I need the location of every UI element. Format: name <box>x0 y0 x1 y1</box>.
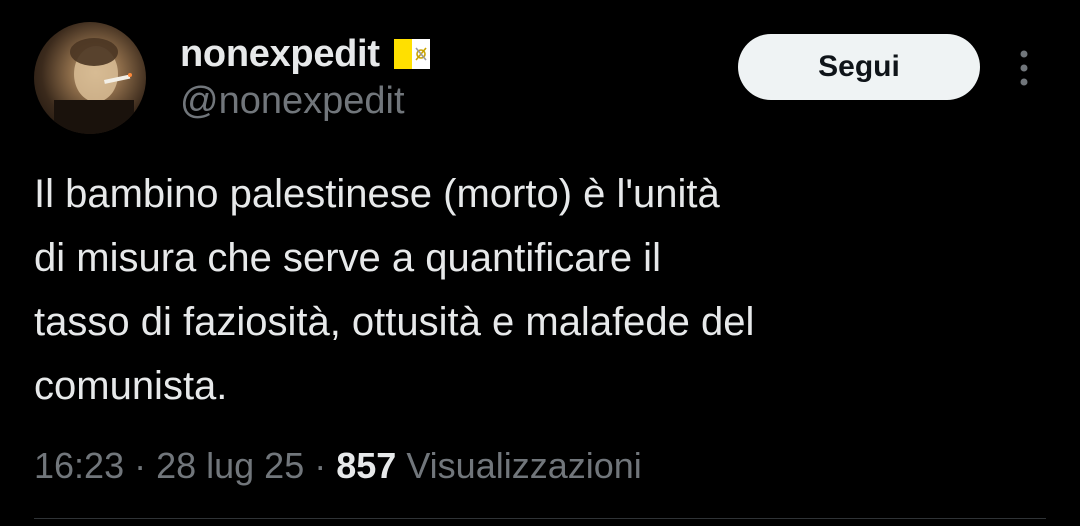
divider <box>34 518 1046 519</box>
tweet-text-line: comunista. <box>34 364 228 408</box>
author-name-row: nonexpedit <box>180 30 432 78</box>
more-vertical-icon[interactable] <box>1012 48 1036 88</box>
avatar-portrait <box>54 38 134 134</box>
tweet-text-line: tasso di faziosità, ottusità e malafede … <box>34 300 755 344</box>
meta-separator: · <box>314 445 327 486</box>
views-count: 857 <box>336 445 397 486</box>
tweet-text-line: di misura che serve a quantificare il <box>34 236 661 280</box>
tweet-text-line: Il bambino palestinese (morto) è l'unità <box>34 172 720 216</box>
avatar[interactable] <box>34 22 146 134</box>
vatican-flag-icon <box>392 35 432 73</box>
follow-button[interactable]: Segui <box>738 34 980 100</box>
tweet-meta: 16:23 · 28 lug 25 · 857 Visualizzazioni <box>34 440 642 492</box>
tweet-text: Il bambino palestinese (morto) è l'unità… <box>34 162 1034 418</box>
user-handle[interactable]: @nonexpedit <box>180 80 405 123</box>
tweet-card: nonexpedit @nonexpedit Segui Il bambino … <box>0 0 1080 526</box>
views-label: Visualizzazioni <box>406 445 642 486</box>
display-name[interactable]: nonexpedit <box>180 33 380 76</box>
tweet-date[interactable]: 28 lug 25 <box>156 445 304 487</box>
tweet-time[interactable]: 16:23 <box>34 445 124 487</box>
meta-separator: · <box>134 445 147 486</box>
